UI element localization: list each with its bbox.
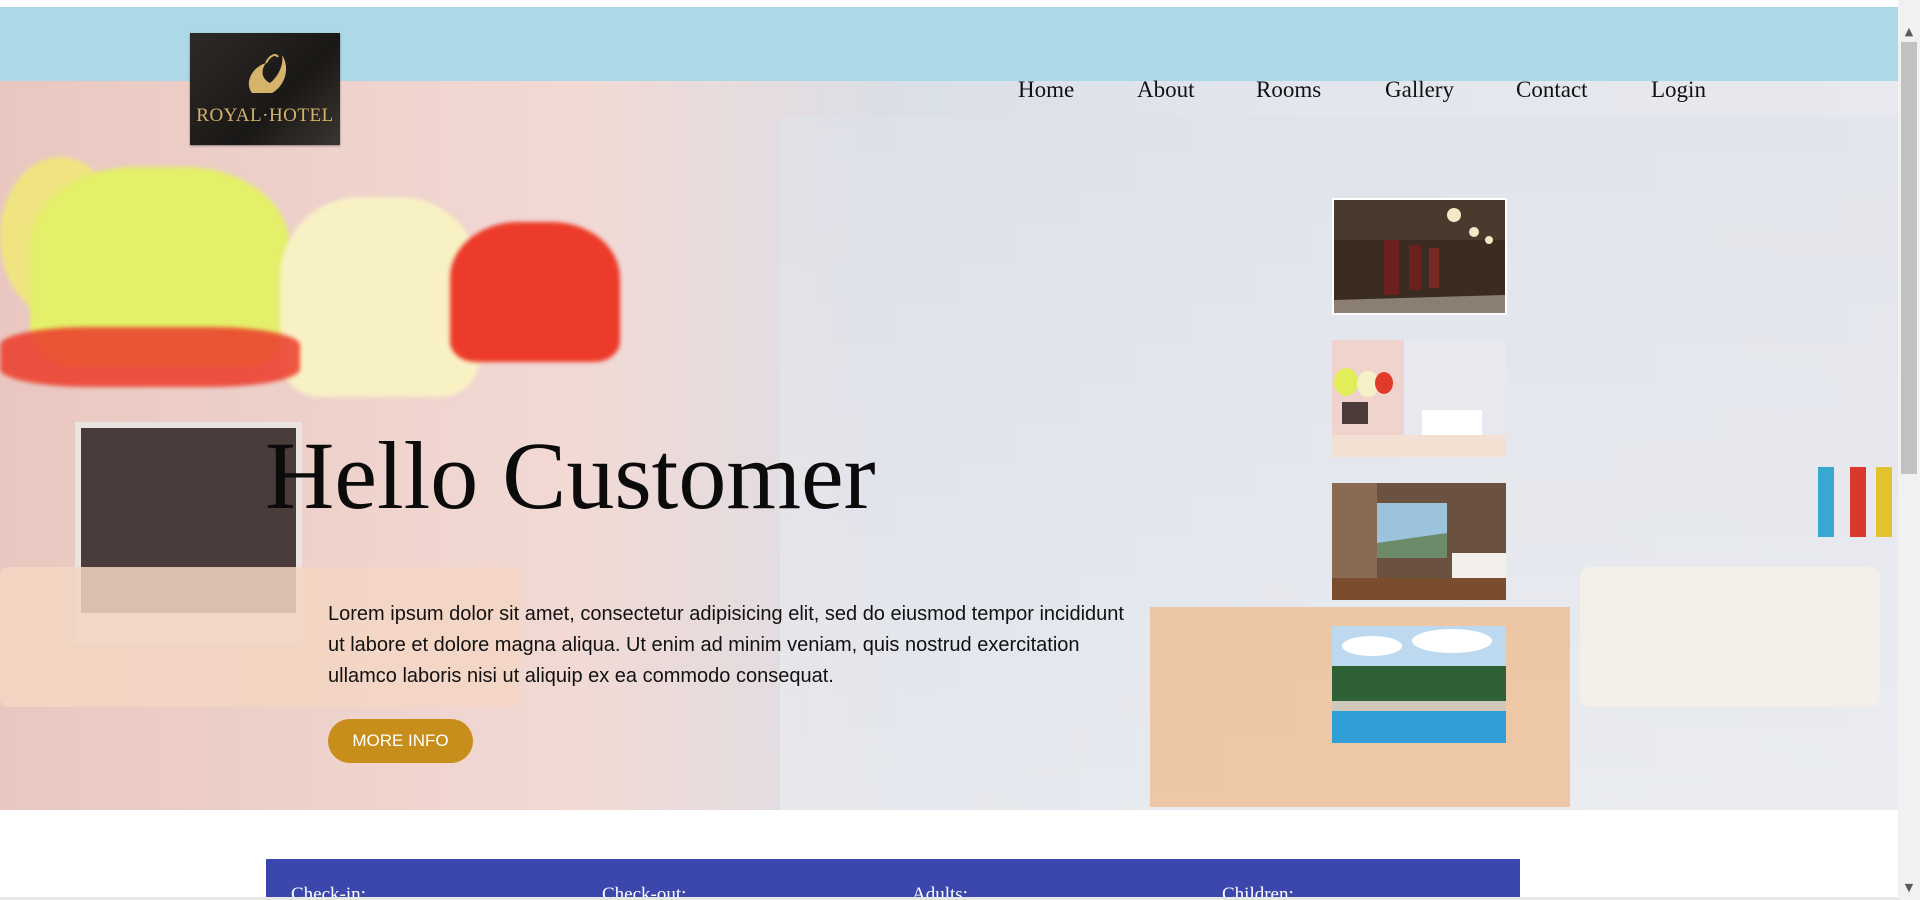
- lamp-shape: [450, 222, 620, 362]
- scroll-up-icon[interactable]: ▲: [1898, 22, 1920, 42]
- swan-icon: [248, 54, 287, 93]
- vertical-scrollbar[interactable]: ▲ ▼: [1898, 0, 1920, 900]
- scroll-down-icon[interactable]: ▼: [1898, 878, 1920, 898]
- thumbnail-room[interactable]: [1332, 483, 1506, 600]
- decor-shape: [1850, 467, 1866, 537]
- thumbnail-pool[interactable]: [1332, 626, 1506, 743]
- hero-title: Hello Customer: [265, 422, 876, 529]
- scrollbar-thumb[interactable]: [1901, 42, 1917, 474]
- hero-description: Lorem ipsum dolor sit amet, consectetur …: [328, 603, 1124, 687]
- sofa-shape: [1580, 567, 1880, 707]
- thumbnail-corridor[interactable]: [1332, 198, 1507, 315]
- more-info-button[interactable]: MORE INFO: [328, 719, 473, 763]
- nav-contact[interactable]: Contact: [1516, 77, 1588, 103]
- hotel-logo[interactable]: ROYAL·HOTEL: [190, 33, 340, 145]
- decor-shape: [1818, 467, 1834, 537]
- top-strip: [0, 0, 1898, 7]
- nav-gallery[interactable]: Gallery: [1385, 77, 1454, 103]
- booking-bar: Check-in: Check-out: Adults: Children:: [266, 859, 1520, 900]
- nav-home[interactable]: Home: [1018, 77, 1074, 103]
- page: ROYAL·HOTEL Home About Rooms Gallery Con…: [0, 0, 1898, 900]
- logo-text: ROYAL·HOTEL: [196, 105, 334, 126]
- thumbnail-lobby[interactable]: [1332, 340, 1506, 457]
- nav-login[interactable]: Login: [1651, 77, 1706, 103]
- lamp-shape: [0, 327, 300, 387]
- nav-about[interactable]: About: [1137, 77, 1195, 103]
- nav-rooms[interactable]: Rooms: [1256, 77, 1321, 103]
- decor-shape: [1876, 467, 1892, 537]
